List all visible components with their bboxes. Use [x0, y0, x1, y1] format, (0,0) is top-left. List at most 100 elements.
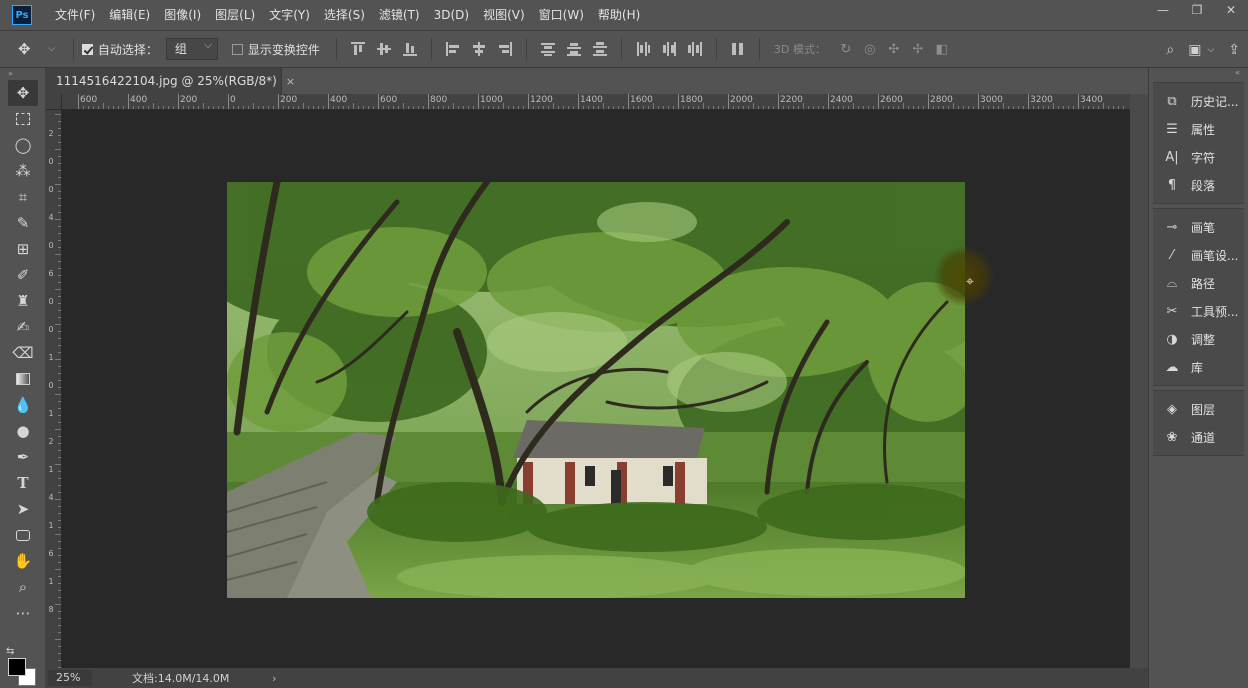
- menu-image[interactable]: 图像(I): [157, 0, 208, 30]
- chevron-down-icon[interactable]: ⌵: [1207, 45, 1214, 55]
- panel-paragraph[interactable]: ¶ 段落: [1153, 171, 1244, 199]
- brush-icon: ⊸: [1166, 219, 1178, 235]
- eyedropper-tool-icon[interactable]: ✎: [8, 210, 38, 236]
- status-menu-arrow-icon[interactable]: ›: [272, 672, 276, 685]
- panel-brushes[interactable]: ⊸ 画笔: [1153, 213, 1244, 241]
- foreground-color-swatch[interactable]: [8, 658, 26, 676]
- canvas-area[interactable]: ⌖: [62, 110, 1130, 668]
- vertical-ruler[interactable]: 2 0 0 4 0 6 0 0 1 0 1 2 1 4 1 6 1 8: [46, 110, 62, 668]
- zoom-level-field[interactable]: 25%: [48, 670, 92, 686]
- restore-button[interactable]: ❐: [1180, 0, 1214, 20]
- menu-file[interactable]: 文件(F): [48, 0, 102, 30]
- swap-colors-icon[interactable]: ⇆: [6, 646, 14, 657]
- distribute-horizontal-center-icon[interactable]: [661, 41, 677, 57]
- collapse-toolbar-icon[interactable]: »: [0, 68, 45, 80]
- ruler-minor-tick: [58, 226, 61, 227]
- blur-tool-icon[interactable]: 💧: [8, 392, 38, 418]
- panel-brush-settings[interactable]: ⁄ 画笔设...: [1153, 241, 1244, 269]
- type-tool-icon[interactable]: T: [8, 470, 38, 496]
- gradient-tool-icon[interactable]: [8, 366, 38, 392]
- panel-label: 属性: [1191, 122, 1216, 137]
- panel-label: 画笔: [1191, 220, 1216, 235]
- ruler-major-tick: [578, 94, 579, 109]
- menu-view[interactable]: 视图(V): [476, 0, 532, 30]
- crop-tool-icon[interactable]: ⌗: [8, 184, 38, 210]
- align-bottom-icon[interactable]: [402, 41, 418, 57]
- clone-stamp-tool-icon[interactable]: ♜: [8, 288, 38, 314]
- align-left-icon[interactable]: [445, 41, 461, 57]
- ruler-minor-tick: [58, 583, 61, 584]
- ruler-minor-tick: [58, 436, 61, 437]
- panel-adjustments[interactable]: ◑ 调整: [1153, 325, 1244, 353]
- 3d-scale-icon[interactable]: ◧: [932, 42, 952, 57]
- move-tool-icon[interactable]: ✥: [8, 80, 38, 106]
- marquee-tool-icon[interactable]: [8, 106, 38, 132]
- align-top-icon[interactable]: [350, 41, 366, 57]
- menu-type[interactable]: 文字(Y): [262, 0, 317, 30]
- 3d-slide-icon[interactable]: ✢: [908, 42, 928, 57]
- horizontal-ruler[interactable]: 600 400 200 0 200 400 600 800 1000 1200 1400 1600 18…: [62, 94, 1130, 110]
- panel-tool-presets[interactable]: ✂ 工具预...: [1153, 297, 1244, 325]
- panel-character[interactable]: A| 字符: [1153, 143, 1244, 171]
- menu-layer[interactable]: 图层(L): [208, 0, 262, 30]
- distribute-vertical-center-icon[interactable]: [566, 41, 582, 57]
- align-horizontal-center-icon[interactable]: [471, 41, 487, 57]
- rectangle-tool-icon[interactable]: [8, 522, 38, 548]
- pen-tool-icon[interactable]: ✒: [8, 444, 38, 470]
- menu-select[interactable]: 选择(S): [317, 0, 372, 30]
- move-tool-preset-icon[interactable]: ✥: [18, 40, 48, 58]
- align-right-icon[interactable]: [497, 41, 513, 57]
- ruler-origin[interactable]: [46, 94, 62, 110]
- close-button[interactable]: ✕: [1214, 0, 1248, 20]
- lasso-tool-icon[interactable]: ◯: [8, 132, 38, 158]
- distribute-bottom-icon[interactable]: [592, 41, 608, 57]
- eraser-tool-icon[interactable]: ⌫: [8, 340, 38, 366]
- collapse-panels-icon[interactable]: «: [1149, 68, 1248, 80]
- ruler-minor-tick: [953, 103, 954, 109]
- dodge-tool-icon[interactable]: ●: [8, 418, 38, 444]
- 3d-pan-icon[interactable]: ✣: [884, 42, 904, 57]
- menu-edit[interactable]: 编辑(E): [102, 0, 157, 30]
- panel-paths[interactable]: ⌓ 路径: [1153, 269, 1244, 297]
- chevron-down-icon[interactable]: ⌵: [48, 44, 55, 54]
- menu-3d[interactable]: 3D(D): [427, 0, 476, 30]
- panel-properties[interactable]: ☰ 属性: [1153, 115, 1244, 143]
- auto-select-dropdown[interactable]: 组: [165, 36, 218, 60]
- share-icon[interactable]: ⇪: [1228, 42, 1240, 58]
- magic-wand-tool-icon[interactable]: ⁂: [8, 158, 38, 184]
- distribute-right-icon[interactable]: [687, 41, 703, 57]
- vertical-scrollbar[interactable]: [1130, 94, 1148, 668]
- panel-layers[interactable]: ◈ 图层: [1153, 395, 1244, 423]
- workspace-icon[interactable]: ▣: [1188, 42, 1201, 58]
- ruler-minor-tick: [263, 106, 264, 109]
- menu-filter[interactable]: 滤镜(T): [372, 0, 427, 30]
- search-icon[interactable]: ⌕: [1166, 42, 1174, 58]
- ruler-minor-tick: [55, 359, 61, 360]
- close-icon[interactable]: ×: [286, 75, 295, 88]
- distribute-left-icon[interactable]: [635, 41, 651, 57]
- zoom-tool-icon[interactable]: ⌕: [8, 574, 38, 600]
- more-tools-icon[interactable]: ⋯: [8, 600, 38, 626]
- show-transform-checkbox[interactable]: [231, 43, 243, 55]
- panel-history[interactable]: ⧉ 历史记...: [1153, 87, 1244, 115]
- auto-align-layers-icon[interactable]: [730, 41, 746, 57]
- ruler-minor-tick: [58, 562, 61, 563]
- panel-channels[interactable]: ❀ 通道: [1153, 423, 1244, 451]
- brush-tool-icon[interactable]: ✐: [8, 262, 38, 288]
- distribute-top-icon[interactable]: [540, 41, 556, 57]
- history-brush-tool-icon[interactable]: ✍: [8, 314, 38, 340]
- document-tab[interactable]: 1114516422104.jpg @ 25%(RGB/8*) ×: [46, 68, 295, 94]
- menu-help[interactable]: 帮助(H): [591, 0, 647, 30]
- 3d-orbit-icon[interactable]: ↻: [836, 42, 856, 57]
- panel-libraries[interactable]: ☁ 库: [1153, 353, 1244, 381]
- align-vertical-center-icon[interactable]: [376, 41, 392, 57]
- ruler-minor-tick: [723, 106, 724, 109]
- 3d-roll-icon[interactable]: ◎: [860, 42, 880, 57]
- ruler-minor-tick: [523, 106, 524, 109]
- healing-brush-tool-icon[interactable]: ⊞: [8, 236, 38, 262]
- path-selection-tool-icon[interactable]: ➤: [8, 496, 38, 522]
- minimize-button[interactable]: —: [1146, 0, 1180, 20]
- hand-tool-icon[interactable]: ✋: [8, 548, 38, 574]
- menu-window[interactable]: 窗口(W): [532, 0, 591, 30]
- auto-select-checkbox[interactable]: [81, 43, 93, 55]
